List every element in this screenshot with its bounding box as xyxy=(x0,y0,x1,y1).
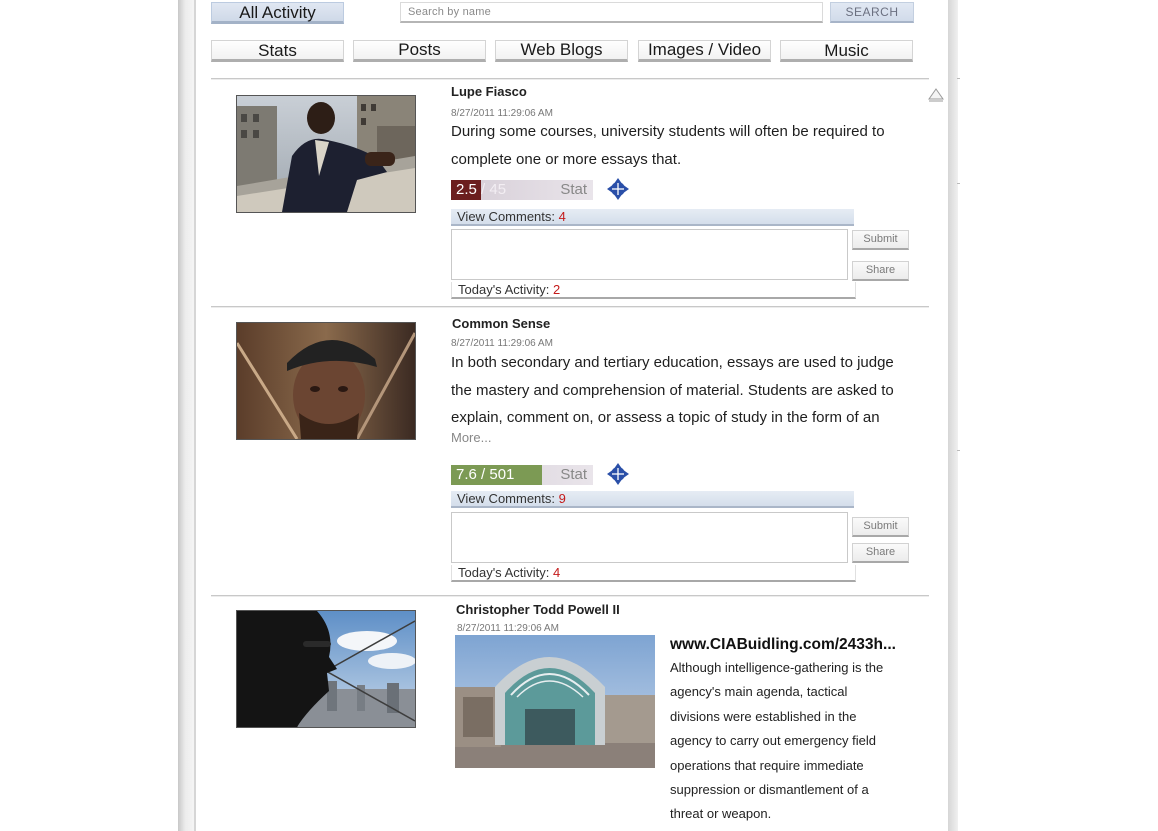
divider xyxy=(211,306,929,307)
search-input[interactable]: Search by name xyxy=(400,2,823,23)
post-text: During some courses, university students… xyxy=(451,123,885,168)
stat-rating-bar[interactable]: 2.5 / 45 Stat xyxy=(451,180,593,200)
tab-music[interactable]: Music xyxy=(780,40,913,62)
submit-button[interactable]: Submit xyxy=(852,230,909,250)
stat-label: Stat xyxy=(560,466,587,483)
share-button[interactable]: Share xyxy=(852,261,909,281)
scroll-up-icon[interactable] xyxy=(928,88,944,102)
page-frame-left xyxy=(178,0,196,831)
stat-rating-bar[interactable]: 7.6 / 501 Stat xyxy=(451,465,593,485)
post-avatar-photo[interactable] xyxy=(236,95,416,213)
post-timestamp: 8/27/2011 11:29:06 AM xyxy=(457,623,559,634)
todays-activity-bar: Today's Activity: 2 xyxy=(451,282,856,299)
tab-posts[interactable]: Posts xyxy=(353,40,486,62)
share-button[interactable]: Share xyxy=(852,543,909,563)
move-arrows-icon[interactable] xyxy=(607,463,629,485)
post-author-name[interactable]: Lupe Fiasco xyxy=(451,84,527,99)
search-button[interactable]: SEARCH xyxy=(830,2,914,23)
frame-tick xyxy=(957,78,960,79)
stat-label: Stat xyxy=(560,181,587,198)
frame-tick xyxy=(957,450,960,451)
article-thumbnail-image[interactable] xyxy=(455,635,655,768)
tab-web-blogs[interactable]: Web Blogs xyxy=(495,40,628,62)
submit-button[interactable]: Submit xyxy=(852,517,909,537)
tab-stats[interactable]: Stats xyxy=(211,40,344,62)
move-arrows-icon[interactable] xyxy=(607,178,629,200)
divider xyxy=(211,595,929,596)
more-link[interactable]: More... xyxy=(451,430,491,445)
stat-score: 2.5 / 45 xyxy=(456,181,507,198)
tab-images-video[interactable]: Images / Video xyxy=(638,40,771,62)
view-comments-bar[interactable]: View Comments: 4 xyxy=(451,209,854,226)
article-text: Although intelligence-gathering is the a… xyxy=(670,660,884,822)
stat-score: 7.6 / 501 xyxy=(456,466,515,483)
post-text: In both secondary and tertiary education… xyxy=(451,354,894,426)
frame-tick xyxy=(957,183,960,184)
page-frame-right xyxy=(948,0,958,831)
todays-activity-bar: Today's Activity: 4 xyxy=(451,565,856,582)
post-author-name[interactable]: Christopher Todd Powell II xyxy=(456,602,620,617)
comment-input[interactable] xyxy=(451,229,848,280)
article-link-title[interactable]: www.CIABuidling.com/2433h... xyxy=(670,636,896,654)
view-comments-bar[interactable]: View Comments: 9 xyxy=(451,491,854,508)
post-avatar-photo[interactable] xyxy=(236,610,416,728)
post-timestamp: 8/27/2011 11:29:06 AM xyxy=(451,338,553,349)
divider xyxy=(211,78,929,79)
post-avatar-photo[interactable] xyxy=(236,322,416,440)
all-activity-button[interactable]: All Activity xyxy=(211,2,344,24)
post-author-name[interactable]: Common Sense xyxy=(452,316,550,331)
comment-input[interactable] xyxy=(451,512,848,563)
